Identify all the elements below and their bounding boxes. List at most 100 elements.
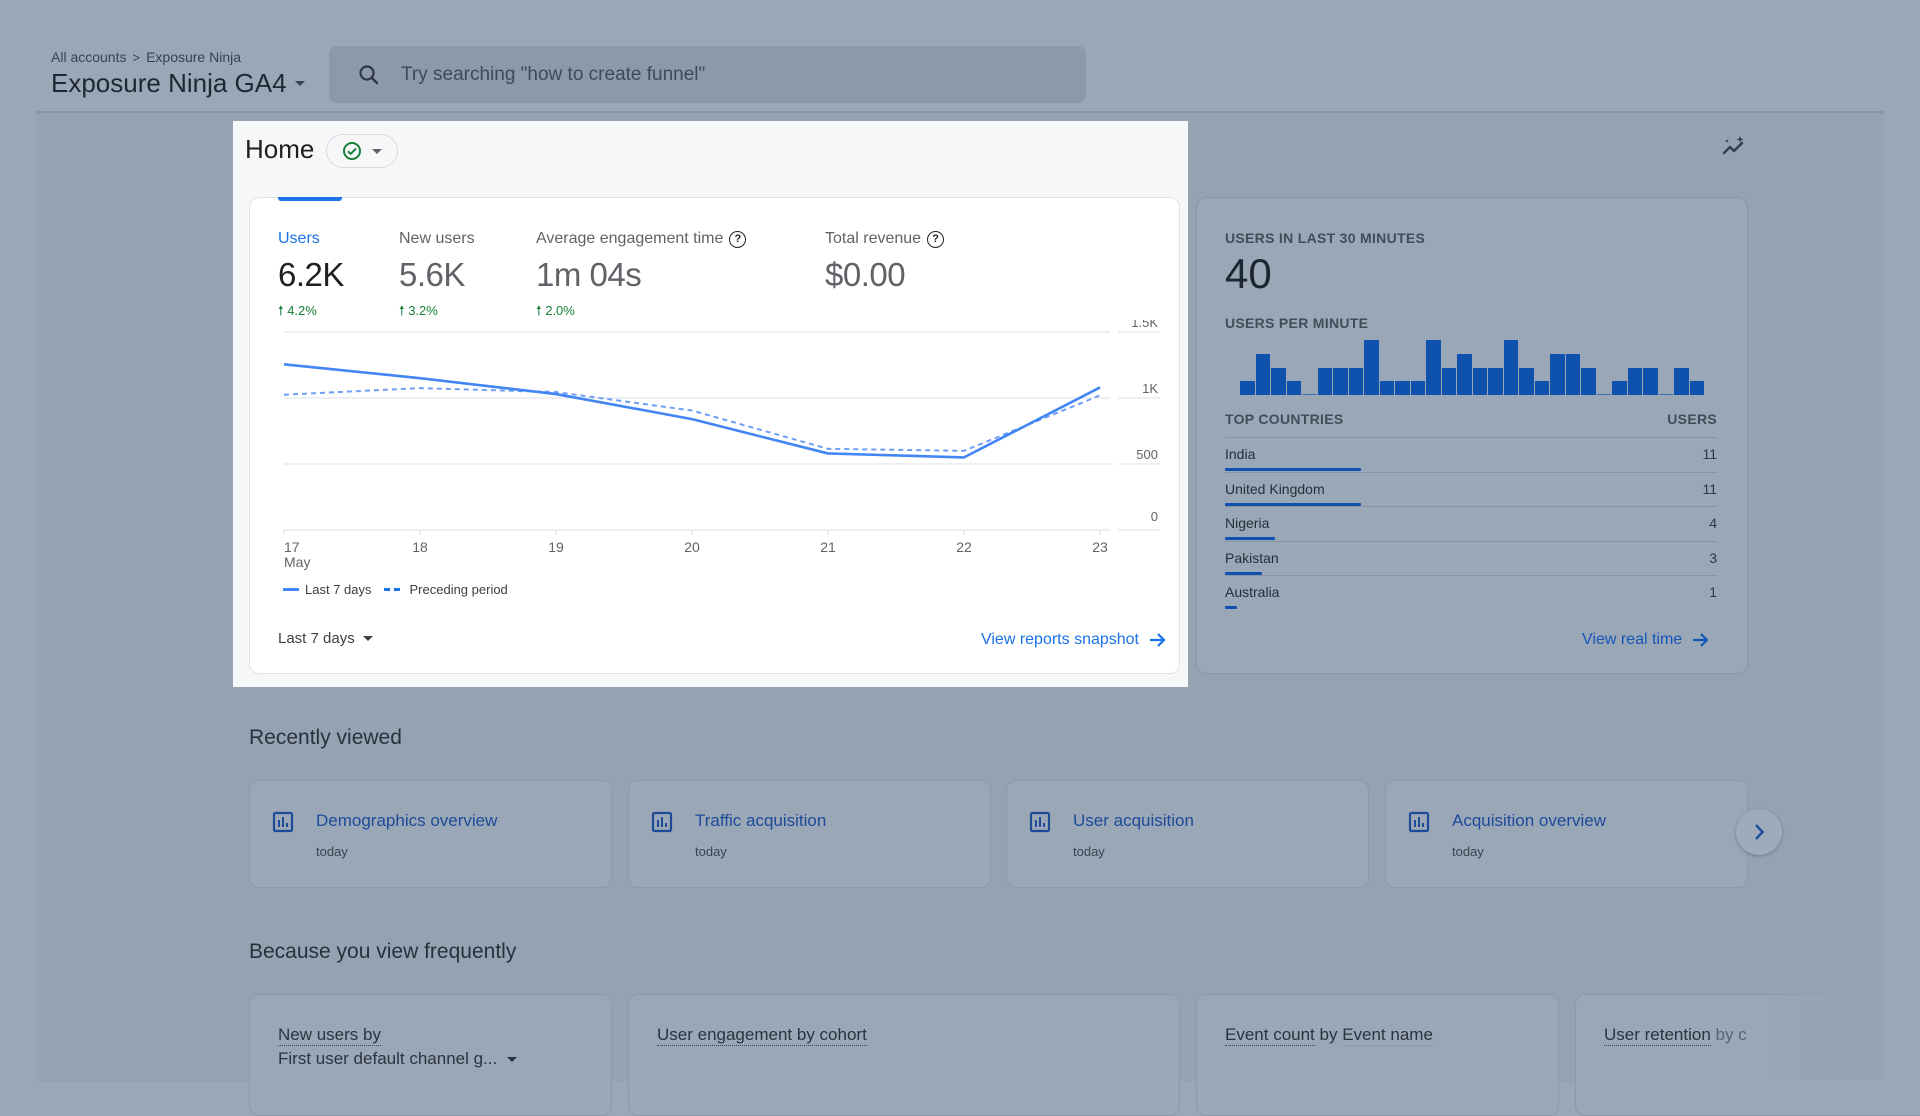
users-per-minute-bar[interactable]	[1256, 354, 1271, 395]
title-metric[interactable]: New users by	[278, 1025, 381, 1046]
users-per-minute-bar[interactable]	[1333, 368, 1348, 396]
country-name: Nigeria	[1225, 515, 1269, 531]
y-tick-label: 1.5K	[1131, 320, 1158, 330]
recent-item-card[interactable]: Demographics overview today	[249, 780, 612, 888]
metric-value: 5.6K	[399, 256, 475, 294]
recent-item-card[interactable]: User acquisition today	[1006, 780, 1369, 888]
users-per-minute-bar[interactable]	[1597, 394, 1612, 395]
users-per-minute-bar[interactable]	[1674, 368, 1689, 396]
users-per-minute-bar[interactable]	[1659, 394, 1674, 395]
users-per-minute-bar[interactable]	[1690, 381, 1705, 395]
users-per-minute-bar[interactable]	[1457, 354, 1472, 395]
realtime-users-count: 40	[1225, 250, 1272, 298]
breadcrumb: All accounts > Exposure Ninja	[51, 49, 241, 65]
carousel-fade	[1760, 994, 1884, 1080]
metric-label: Total revenue	[825, 230, 921, 248]
users-per-minute-bar[interactable]	[1364, 340, 1379, 395]
help-icon[interactable]: ?	[729, 231, 746, 248]
help-icon[interactable]: ?	[927, 231, 944, 248]
data-status-dropdown[interactable]	[326, 134, 398, 168]
y-tick-label: 500	[1136, 447, 1158, 462]
metric-change-value: 2.0%	[545, 303, 575, 318]
metric-label-row: Average engagement time?	[536, 230, 746, 248]
title-connector: by	[1315, 1025, 1342, 1044]
users-per-minute-bar[interactable]	[1349, 368, 1364, 396]
recent-item-title: Traffic acquisition	[695, 811, 826, 831]
frequent-card-title: User retention by c	[1604, 1025, 1747, 1045]
metric-label: New users	[399, 230, 475, 248]
users-per-minute-bar[interactable]	[1550, 354, 1565, 395]
frequent-card-title: Event count by Event name	[1225, 1025, 1433, 1045]
recent-item-card[interactable]: Traffic acquisition today	[628, 780, 991, 888]
users-per-minute-bar[interactable]	[1302, 394, 1317, 395]
users-per-minute-bar[interactable]	[1411, 381, 1426, 395]
metric-new-users[interactable]: New users 5.6K 🠕 3.2%	[399, 230, 475, 324]
metric-total-revenue[interactable]: Total revenue? $0.00	[825, 230, 944, 294]
recent-item-card[interactable]: Acquisition overview today	[1385, 780, 1748, 888]
search-input[interactable]: Try searching "how to create funnel"	[401, 64, 705, 86]
recently-viewed-title: Recently viewed	[249, 726, 402, 750]
title-dimension[interactable]: Event name	[1342, 1025, 1433, 1046]
users-per-minute-bar[interactable]	[1287, 381, 1302, 395]
breadcrumb-account[interactable]: Exposure Ninja	[146, 49, 241, 65]
users-per-minute-bar[interactable]	[1504, 340, 1519, 395]
carousel-next-button[interactable]	[1736, 809, 1782, 855]
top-countries-header: TOP COUNTRIES USERS	[1225, 411, 1717, 427]
insights-sparkle-icon[interactable]	[1720, 134, 1748, 158]
date-range-dropdown[interactable]: Last 7 days	[278, 630, 373, 647]
users-per-minute-bar[interactable]	[1240, 381, 1255, 395]
metric-change-value: 3.2%	[408, 303, 438, 318]
metric-value: 6.2K	[278, 256, 344, 294]
chevron-down-icon	[295, 81, 305, 86]
users-per-minute-bar[interactable]	[1318, 368, 1333, 396]
realtime-users-label: USERS IN LAST 30 MINUTES	[1225, 230, 1425, 246]
legend-swatch-dashed	[384, 588, 404, 591]
legend-swatch-solid	[283, 588, 299, 591]
users-per-minute-bar[interactable]	[1442, 368, 1457, 396]
breadcrumb-separator: >	[132, 50, 140, 65]
view-reports-snapshot-link[interactable]: View reports snapshot	[981, 631, 1167, 649]
users-per-minute-bar[interactable]	[1271, 368, 1286, 396]
property-selector[interactable]: Exposure Ninja GA4	[51, 68, 305, 99]
title-metric[interactable]: User engagement by cohort	[657, 1025, 867, 1046]
y-tick-label: 0	[1151, 509, 1158, 524]
breadcrumb-all-accounts[interactable]: All accounts	[51, 49, 126, 65]
country-name: United Kingdom	[1225, 481, 1325, 497]
recent-item-title: Demographics overview	[316, 811, 497, 831]
title-metric[interactable]: User retention	[1604, 1025, 1711, 1046]
metric-avg-engagement-time[interactable]: Average engagement time? 1m 04s 🠕 2.0%	[536, 230, 746, 324]
users-per-minute-bar[interactable]	[1535, 381, 1550, 395]
users-per-minute-bar[interactable]	[1628, 368, 1643, 396]
arrow-up-icon: 🠕	[536, 303, 542, 318]
x-tick-label: 20	[684, 539, 700, 555]
metric-users[interactable]: Users 6.2K 🠕 4.2%	[278, 230, 344, 324]
check-circle-icon	[342, 141, 362, 161]
users-per-minute-bar[interactable]	[1380, 381, 1395, 395]
dimension-dropdown[interactable]: First user default channel g...	[278, 1049, 517, 1069]
users-per-minute-bar[interactable]	[1395, 381, 1410, 395]
x-tick-label: 18	[412, 539, 428, 555]
users-per-minute-bar[interactable]	[1643, 368, 1658, 396]
country-row: United Kingdom11	[1225, 472, 1717, 507]
country-row: India11	[1225, 437, 1717, 472]
country-row: Nigeria4	[1225, 506, 1717, 541]
view-real-time-link[interactable]: View real time	[1582, 631, 1710, 649]
link-label: View reports snapshot	[981, 631, 1139, 649]
metric-value: 1m 04s	[536, 256, 746, 294]
country-name: Australia	[1225, 584, 1279, 600]
metric-value: $0.00	[825, 256, 944, 294]
title-metric[interactable]: Event count	[1225, 1025, 1315, 1046]
users-per-minute-bar[interactable]	[1612, 381, 1627, 395]
search-bar[interactable]: Try searching "how to create funnel"	[329, 46, 1086, 103]
users-per-minute-bar[interactable]	[1566, 354, 1581, 395]
users-per-minute-bar[interactable]	[1581, 368, 1596, 396]
users-per-minute-bar[interactable]	[1519, 368, 1534, 396]
x-tick-sublabel: May	[284, 554, 310, 570]
x-tick-label: 22	[956, 539, 972, 555]
users-per-minute-bar[interactable]	[1426, 340, 1441, 395]
users-per-minute-bar[interactable]	[1473, 368, 1488, 396]
metric-label: Average engagement time	[536, 230, 723, 248]
users-per-minute-bar[interactable]	[1488, 368, 1503, 396]
page-margin	[1884, 111, 1920, 1080]
chevron-right-icon	[1752, 823, 1766, 841]
